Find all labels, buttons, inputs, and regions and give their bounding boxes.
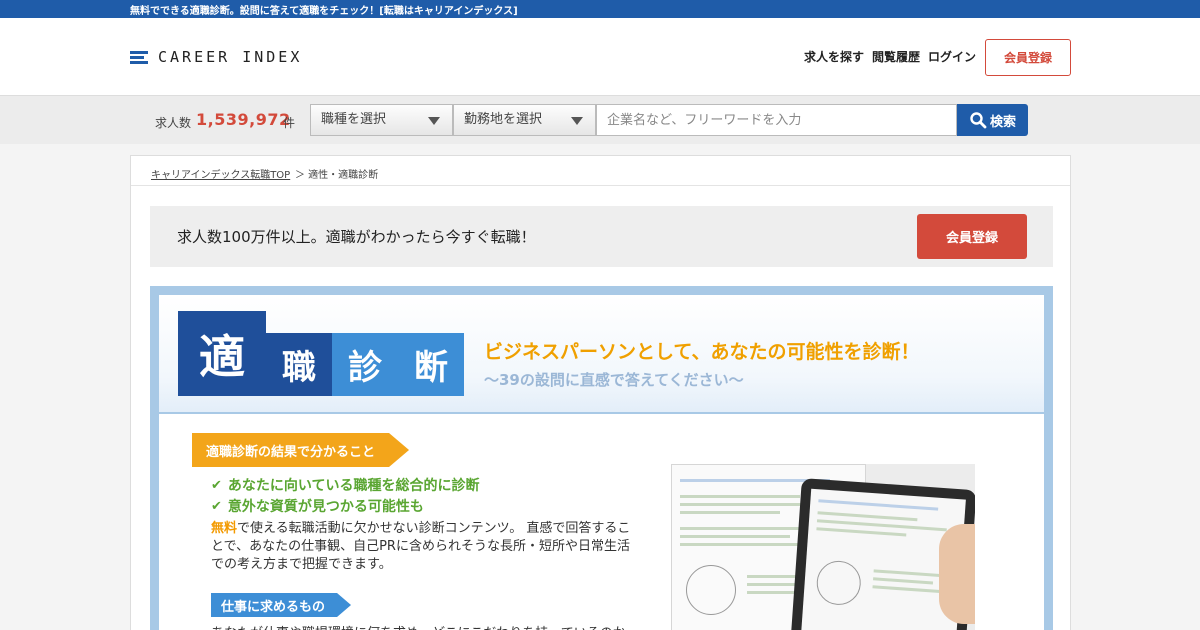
- search-button-label: 検索: [989, 114, 1016, 130]
- top-announcement-text: 無料でできる適職診断。設問に答えて適職をチェック！[転職はキャリアインデックス]: [130, 6, 518, 17]
- cta-banner: 求人数100万件以上。適職がわかったら今すぐ転職！ 会員登録: [150, 206, 1053, 267]
- checkmark-icon: ✔: [211, 498, 222, 514]
- check-item-label: あなたに向いている職種を総合的に診断: [227, 478, 480, 494]
- job-type-select-label: 職種を選択: [321, 112, 387, 127]
- diagnosis-subline: ～39の設問に直感で答えてください～: [484, 371, 744, 389]
- main-content: キャリアインデックス転職TOP ＞ 適性・適職診断 求人数100万件以上。適職が…: [130, 155, 1071, 630]
- diagnosis-result-image: [671, 464, 975, 630]
- search-bar: 求人数 1,539,972 件 職種を選択 勤務地を選択 検索: [0, 96, 1200, 144]
- keyword-input[interactable]: [596, 104, 957, 136]
- check-item-label: 意外な資質が見つかる可能性も: [227, 499, 424, 515]
- checkmark-icon: ✔: [211, 477, 222, 493]
- banner-register-button[interactable]: 会員登録: [917, 214, 1027, 259]
- breadcrumb: キャリアインデックス転職TOP ＞ 適性・適職診断: [131, 156, 1070, 186]
- breadcrumb-current: ＞ 適性・適職診断: [295, 170, 379, 181]
- title-tile-4: 断: [398, 333, 464, 396]
- job-count-value: 1,539,972: [196, 110, 291, 129]
- free-highlight: 無料: [211, 521, 238, 536]
- location-select-label: 勤務地を選択: [464, 112, 543, 127]
- logo-mark-icon: [130, 49, 150, 65]
- nav-login[interactable]: ログイン: [928, 48, 976, 65]
- title-tile-1: 適: [178, 311, 266, 396]
- diagnosis-description: 無料で使える転職活動に欠かせない診断コンテンツ。 直感で回答することで、あなたの…: [211, 520, 641, 574]
- search-button[interactable]: 検索: [957, 104, 1028, 136]
- title-tile-3: 診: [332, 333, 398, 396]
- section-work-title: 仕事に求めるもの: [211, 593, 351, 617]
- nav-find-jobs[interactable]: 求人を探す: [804, 48, 864, 65]
- top-announcement-bar: 無料でできる適職診断。設問に答えて適職をチェック！[転職はキャリアインデックス]: [0, 0, 1200, 18]
- location-select[interactable]: 勤務地を選択: [453, 104, 596, 136]
- hand-image: [939, 524, 975, 624]
- section-results-title: 適職診断の結果で分かること: [192, 433, 409, 467]
- job-type-select[interactable]: 職種を選択: [310, 104, 453, 136]
- diagnosis-panel: 適 職 診 断 ビジネスパーソンとして、あなたの可能性を診断！ ～39の設問に直…: [150, 286, 1053, 630]
- site-header: CAREER INDEX 求人を探す 閲覧履歴 ログイン 会員登録: [0, 18, 1200, 96]
- cta-banner-message: 求人数100万件以上。適職がわかったら今すぐ転職！: [177, 228, 536, 246]
- diagnosis-headline: ビジネスパーソンとして、あなたの可能性を診断！: [484, 341, 920, 363]
- check-item: ✔ あなたに向いている職種を総合的に診断: [211, 475, 480, 495]
- search-icon: [970, 112, 987, 129]
- logo-text: CAREER INDEX: [158, 48, 303, 66]
- site-logo[interactable]: CAREER INDEX: [130, 48, 302, 66]
- chevron-down-icon: [571, 117, 583, 125]
- job-count-label: 求人数: [155, 116, 192, 130]
- breadcrumb-home-link[interactable]: キャリアインデックス転職TOP: [151, 166, 290, 181]
- chevron-down-icon: [428, 117, 440, 125]
- check-item: ✔ 意外な資質が見つかる可能性も: [211, 496, 424, 516]
- section-work-description: あなたが仕事や職場環境に何を求め、どこにこだわりを持っているのか: [211, 622, 651, 630]
- diagnosis-panel-inner: 適 職 診 断 ビジネスパーソンとして、あなたの可能性を診断！ ～39の設問に直…: [159, 295, 1044, 630]
- header-register-button[interactable]: 会員登録: [985, 39, 1071, 76]
- diagnosis-hero: 適 職 診 断 ビジネスパーソンとして、あなたの可能性を診断！ ～39の設問に直…: [159, 295, 1044, 414]
- nav-history[interactable]: 閲覧履歴: [872, 48, 920, 65]
- description-text: で使える転職活動に欠かせない診断コンテンツ。 直感で回答することで、あなたの仕事…: [211, 521, 631, 572]
- job-count-unit: 件: [283, 116, 296, 130]
- title-tile-2: 職: [266, 333, 332, 396]
